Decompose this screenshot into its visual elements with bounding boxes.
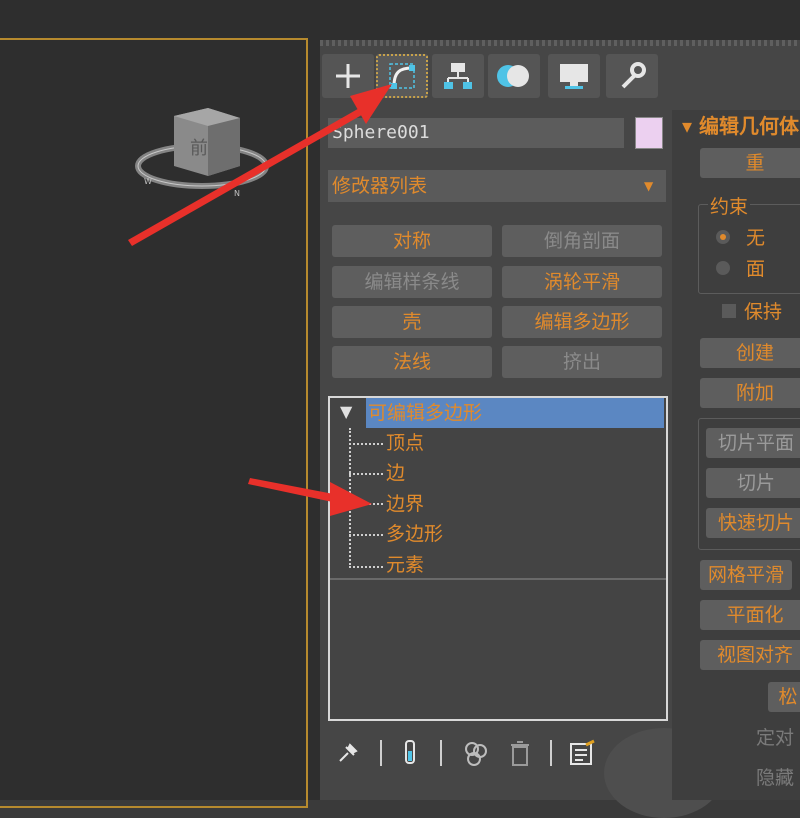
viewcube-face-label: 前	[190, 138, 208, 159]
viewcube-icon: 前 W N	[135, 108, 269, 198]
top-strip	[320, 0, 800, 40]
configure-icon	[570, 739, 595, 765]
rollout-title-text: 编辑几何体	[699, 114, 800, 138]
panel-grip	[320, 40, 800, 46]
repeat-last-button[interactable]: 重	[700, 148, 800, 178]
subobject-polygon[interactable]: 多边形	[386, 519, 443, 549]
rollout-title[interactable]: ▾ 编辑几何体	[682, 112, 799, 140]
stack-divider	[330, 578, 666, 580]
make-unique-icon	[465, 742, 487, 766]
modifier-button-turbosmooth[interactable]: 涡轮平滑	[502, 266, 662, 298]
modifier-button-shell[interactable]: 壳	[332, 306, 492, 338]
pin-icon	[339, 743, 358, 762]
trash-icon	[511, 741, 529, 766]
configure-modifier-sets-button[interactable]	[568, 738, 596, 768]
constraint-face-label: 面	[746, 258, 766, 280]
create-button[interactable]: 创建	[700, 338, 800, 368]
tab-modify[interactable]	[376, 54, 428, 98]
subobject-element[interactable]: 元素	[386, 550, 424, 580]
mesh-smooth-button[interactable]: 网格平滑	[700, 560, 792, 590]
show-end-result-icon	[405, 740, 415, 764]
relax-button[interactable]: 松	[768, 682, 800, 712]
tab-create[interactable]	[322, 54, 374, 98]
triangle-down-icon[interactable]: ▼	[340, 402, 352, 421]
svg-text:W: W	[144, 177, 152, 186]
tab-display[interactable]	[548, 54, 600, 98]
stack-item-editable-poly[interactable]: 可编辑多边形	[368, 398, 482, 428]
quick-slice-button[interactable]: 快速切片	[706, 508, 800, 538]
hide-unselected-label[interactable]: 隐藏	[756, 764, 794, 792]
modifier-list-dropdown[interactable]: 修改器列表	[328, 170, 666, 202]
constraint-none-label: 无	[746, 227, 766, 249]
show-end-result-button[interactable]	[396, 738, 424, 768]
wrench-icon	[621, 62, 646, 89]
tab-utilities[interactable]	[606, 54, 658, 98]
tree-branch	[349, 503, 383, 505]
attach-button[interactable]: 附加	[700, 378, 800, 408]
subobject-vertex[interactable]: 顶点	[386, 428, 424, 458]
monitor-icon	[560, 64, 588, 89]
hierarchy-icon	[444, 63, 472, 89]
viewcube[interactable]: 前 W N	[130, 96, 280, 206]
toolbar-separator	[440, 740, 442, 766]
object-color-swatch[interactable]	[635, 117, 663, 149]
slice-plane-button[interactable]: 切片平面	[706, 428, 800, 458]
plus-icon	[336, 64, 360, 88]
tree-branch	[349, 534, 383, 536]
modify-curve-icon	[389, 63, 415, 89]
toolbar-separator	[380, 740, 382, 766]
constraint-face-radio[interactable]	[716, 261, 730, 275]
tab-hierarchy[interactable]	[432, 54, 484, 98]
tree-line	[349, 428, 351, 568]
pin-stack-button[interactable]	[334, 738, 362, 768]
remove-modifier-button[interactable]	[506, 738, 534, 768]
modifier-button-bevel-profile[interactable]: 倒角剖面	[502, 225, 662, 257]
constraint-label: 约束	[708, 192, 751, 219]
view-align-button[interactable]: 视图对齐	[700, 640, 800, 670]
chevron-down-icon: ▼	[644, 179, 654, 193]
hide-selected-label[interactable]: 定对	[756, 724, 794, 752]
preserve-checkbox[interactable]	[722, 304, 736, 318]
slice-button[interactable]: 切片	[706, 468, 800, 498]
modifier-button-normal[interactable]: 法线	[332, 346, 492, 378]
modifier-button-symmetry[interactable]: 对称	[332, 225, 492, 257]
tree-branch	[349, 443, 383, 445]
constraint-none-radio[interactable]	[716, 230, 730, 244]
modifier-button-edit-poly[interactable]: 编辑多边形	[502, 306, 662, 338]
modifier-button-edit-spline[interactable]: 编辑样条线	[332, 266, 492, 298]
svg-text:N: N	[234, 189, 240, 198]
make-unique-button[interactable]	[462, 738, 490, 768]
tree-branch	[349, 566, 383, 568]
subobject-edge[interactable]: 边	[386, 458, 405, 488]
tab-motion[interactable]	[488, 54, 540, 98]
subobject-border[interactable]: 边界	[386, 489, 424, 519]
object-name-input[interactable]: Sphere001	[328, 118, 624, 148]
modifier-button-extrude[interactable]: 挤出	[502, 346, 662, 378]
preserve-label: 保持	[744, 301, 783, 323]
tree-branch	[349, 473, 383, 475]
planarize-button[interactable]: 平面化	[700, 600, 800, 630]
motion-icon	[497, 65, 529, 87]
toolbar-separator	[550, 740, 552, 766]
